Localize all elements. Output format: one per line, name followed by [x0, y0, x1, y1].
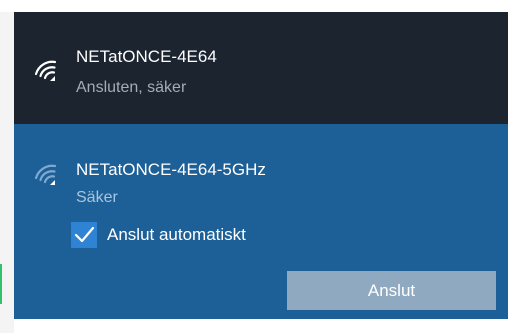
panel-bottom-strip: [14, 319, 508, 333]
network-status: Säker: [76, 189, 118, 206]
background-edge: [0, 264, 2, 304]
connect-button[interactable]: Anslut: [287, 271, 496, 310]
auto-connect-checkbox[interactable]: [71, 222, 97, 248]
network-item-connected[interactable]: NETatONCE-4E64 Ansluten, säker: [14, 12, 508, 124]
network-status: Ansluten, säker: [76, 79, 187, 96]
network-item-selected[interactable]: NETatONCE-4E64-5GHz Säker Anslut automat…: [14, 124, 508, 319]
network-name: NETatONCE-4E64-5GHz: [76, 160, 266, 179]
wifi-signal-icon: [33, 57, 61, 85]
network-name: NETatONCE-4E64: [76, 47, 217, 66]
wifi-signal-icon: [33, 161, 61, 189]
auto-connect-label[interactable]: Anslut automatiskt: [107, 224, 246, 246]
wifi-network-list: NETatONCE-4E64 Ansluten, säker NETatONCE…: [14, 12, 508, 333]
window-top-strip: [0, 0, 508, 12]
